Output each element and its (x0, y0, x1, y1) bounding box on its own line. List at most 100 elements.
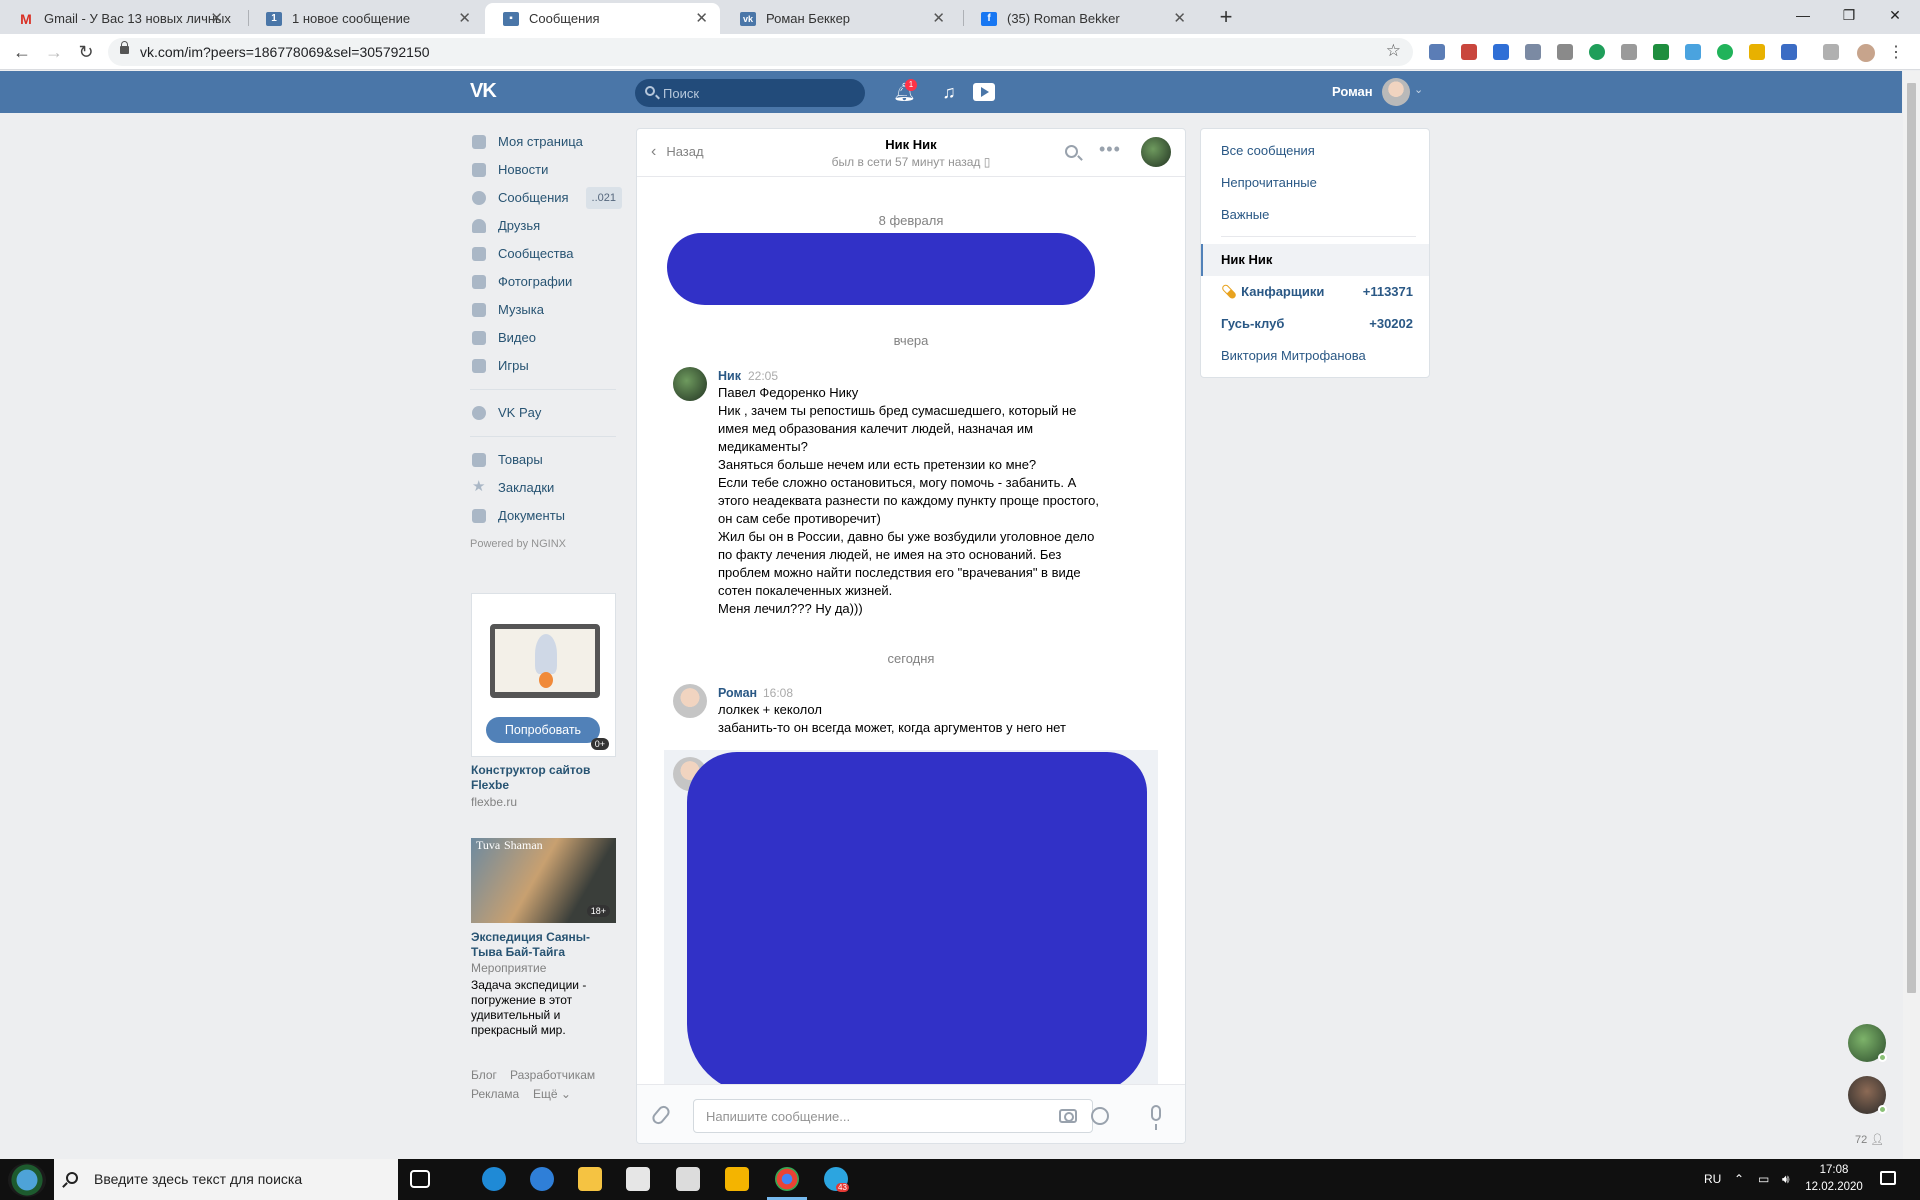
internet-explorer-icon[interactable] (530, 1167, 554, 1191)
nav-item-messages[interactable]: Сообщения ..021 (470, 184, 622, 212)
vk-search-input[interactable] (663, 84, 853, 102)
nav-item-bookmarks[interactable]: ★ Закладки (470, 474, 620, 502)
taskbar-search[interactable]: Введите здесь текст для поиска (54, 1159, 398, 1200)
extension-icon[interactable] (1589, 44, 1605, 60)
restore-icon[interactable]: ❐ (1826, 0, 1872, 30)
message-time[interactable]: 16:08 (763, 686, 793, 700)
footer-link-more[interactable]: Ещё ⌄ (533, 1087, 571, 1101)
search-icon[interactable] (1065, 145, 1078, 158)
footer-link-blog[interactable]: Блог (471, 1068, 497, 1082)
extension-icon[interactable] (1717, 44, 1733, 60)
close-icon[interactable]: ✕ (695, 3, 708, 34)
nav-item-music[interactable]: Музыка (470, 296, 620, 324)
media-app-icon[interactable] (725, 1167, 749, 1191)
minimize-icon[interactable]: — (1780, 0, 1826, 30)
camera-icon[interactable] (1059, 1109, 1077, 1123)
extension-icon[interactable] (1823, 44, 1839, 60)
volume-icon[interactable]: 🔊︎ (1782, 1172, 1790, 1187)
profile-avatar[interactable] (1857, 44, 1875, 62)
online-friends-count[interactable]: 72 👤︎ (1855, 1133, 1884, 1146)
extension-icon[interactable] (1653, 44, 1669, 60)
network-icon[interactable]: ▭ (1758, 1172, 1769, 1186)
conversation-nik-nik[interactable]: Ник Ник (1221, 252, 1272, 267)
ad-title[interactable]: Экспедиция Саяны-Тыва Бай-Тайга (471, 930, 621, 960)
bookmark-star-icon[interactable]: ☆ (1386, 41, 1401, 61)
edge-icon[interactable] (482, 1167, 506, 1191)
tab-gmail[interactable]: M Gmail - У Вас 13 новых личных ✕ (0, 3, 235, 34)
vk-logo[interactable]: VK (470, 80, 504, 102)
ad-title[interactable]: Конструктор сайтов Flexbe (471, 763, 621, 793)
message-author[interactable]: Роман (718, 686, 757, 700)
footer-link-ads[interactable]: Реклама (471, 1087, 519, 1101)
extension-icon[interactable] (1557, 44, 1573, 60)
close-icon[interactable]: ✕ (1173, 3, 1186, 34)
filter-important[interactable]: Важные (1221, 207, 1269, 222)
footer-link-developers[interactable]: Разработчикам (510, 1068, 595, 1082)
ad-flexbe[interactable]: Попробовать 0+ (471, 593, 616, 757)
chevron-down-icon[interactable]: ⌄ (1414, 83, 1423, 96)
extension-icon[interactable] (1621, 44, 1637, 60)
chrome-icon[interactable] (775, 1167, 799, 1191)
tab-new-message[interactable]: 1 1 новое сообщение ✕ (248, 3, 483, 34)
reload-icon[interactable]: ↻ (74, 40, 98, 64)
conversation-viktoria[interactable]: Виктория Митрофанова (1221, 348, 1366, 363)
tab-facebook[interactable]: f (35) Roman Bekker ✕ (963, 3, 1198, 34)
task-view-icon[interactable] (410, 1170, 430, 1188)
chevron-up-icon[interactable]: ⌃ (1734, 1172, 1744, 1186)
more-icon[interactable]: ••• (1099, 139, 1121, 160)
try-button[interactable]: Попробовать (486, 717, 600, 743)
nav-item-friends[interactable]: Друзья (470, 212, 620, 240)
message-time[interactable]: 22:05 (748, 369, 778, 383)
file-explorer-icon[interactable] (578, 1167, 602, 1191)
extension-icon[interactable] (1461, 44, 1477, 60)
nav-item-news[interactable]: Новости (470, 156, 620, 184)
extension-icon[interactable] (1429, 44, 1445, 60)
nav-item-video[interactable]: Видео (470, 324, 620, 352)
nav-item-games[interactable]: Игры (470, 352, 620, 380)
nav-item-photos[interactable]: Фотографии (470, 268, 620, 296)
ad-image-shaman[interactable]: Tuva Shaman 18+ (471, 838, 616, 923)
vk-search-box[interactable] (635, 79, 865, 107)
nav-item-documents[interactable]: Документы (470, 502, 620, 530)
microphone-icon[interactable] (1151, 1105, 1161, 1130)
paperclip-icon[interactable] (649, 1103, 673, 1127)
header-username[interactable]: Роман (1332, 84, 1373, 99)
address-bar[interactable]: vk.com/im?peers=186778069&sel=305792150 … (108, 38, 1413, 66)
window-close-icon[interactable]: ✕ (1872, 0, 1918, 30)
extension-icon[interactable] (1525, 44, 1541, 60)
page-scrollbar[interactable] (1903, 71, 1920, 1159)
extension-icon[interactable] (1781, 44, 1797, 60)
extension-icon[interactable] (1493, 44, 1509, 60)
start-button[interactable] (8, 1163, 46, 1197)
nav-item-communities[interactable]: Сообщества (470, 240, 620, 268)
smile-icon[interactable] (1091, 1107, 1109, 1125)
conversation-gus-club[interactable]: Гусь-клуб (1221, 316, 1284, 331)
forward-arrow-icon[interactable]: → (42, 40, 66, 64)
header-avatar[interactable] (1382, 78, 1410, 106)
scrollbar-thumb[interactable] (1907, 83, 1916, 993)
nav-item-vkpay[interactable]: VK Pay (470, 399, 620, 427)
music-note-icon[interactable]: ♫ (939, 82, 959, 102)
close-icon[interactable]: ✕ (932, 3, 945, 34)
language-indicator[interactable]: RU (1704, 1172, 1721, 1186)
close-icon[interactable]: ✕ (458, 3, 471, 34)
nav-item-goods[interactable]: Товары (470, 446, 620, 474)
new-tab-button[interactable]: + (1212, 3, 1240, 31)
tab-messages[interactable]: ▪ Сообщения ✕ (485, 3, 720, 34)
message-avatar[interactable] (673, 367, 707, 401)
browser-menu-icon[interactable]: ⋮ (1888, 42, 1904, 62)
peer-avatar[interactable] (1141, 137, 1171, 167)
message-input[interactable] (693, 1099, 1093, 1133)
message-avatar[interactable] (673, 684, 707, 718)
message-author[interactable]: Ник (718, 369, 741, 383)
play-icon[interactable] (973, 83, 995, 101)
extension-icon[interactable] (1749, 44, 1765, 60)
filter-unread[interactable]: Непрочитанные (1221, 175, 1317, 190)
mail-icon[interactable] (676, 1167, 700, 1191)
extension-icon[interactable] (1685, 44, 1701, 60)
filter-all-messages[interactable]: Все сообщения (1221, 143, 1315, 158)
close-icon[interactable]: ✕ (210, 3, 223, 34)
notifications-icon[interactable] (1880, 1171, 1896, 1185)
store-icon[interactable] (626, 1167, 650, 1191)
tab-roman-bekker[interactable]: vk Роман Беккер ✕ (722, 3, 957, 34)
